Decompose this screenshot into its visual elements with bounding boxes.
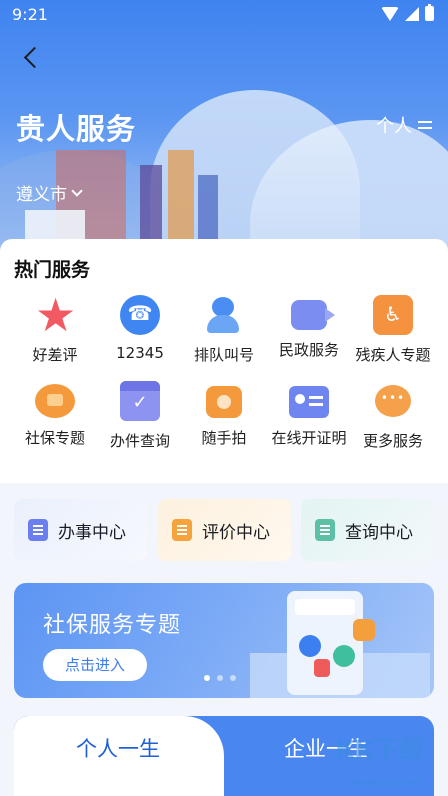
watermark-logo: KK下载 [335,736,424,766]
service-label: 12345 [116,344,164,362]
banner-bubble [299,635,321,657]
banner-title: 社保服务专题 [43,613,182,638]
status-bar: 9:21 [0,0,448,30]
service-label: 排队叫号 [193,346,254,364]
calendar-check-icon [120,381,160,421]
wifi-icon [381,6,399,21]
hero-header: 9:21 贵人服务 个人 遵义市 [0,0,448,262]
carousel-dots [204,675,236,681]
signal-icon [405,6,419,21]
service-12345[interactable]: 12345 [95,295,185,362]
page-title: 贵人服务 [16,112,137,146]
banner-bubble [353,619,375,641]
evaluation-center-card[interactable]: 评价中心 [158,499,291,561]
hero-building [168,150,194,245]
service-label: 社保专题 [24,429,85,447]
hero-building [140,165,162,245]
social-security-banner[interactable]: 社保服务专题 点击进入 [14,583,434,698]
certificate-icon [289,386,329,418]
office-center-card[interactable]: 办事中心 [14,499,147,561]
phone-icon [120,295,160,335]
carousel-dot[interactable] [217,675,223,681]
more-icon [373,381,413,421]
hero-building [198,175,218,245]
swap-icon [418,118,434,132]
carousel-dot[interactable] [230,675,236,681]
service-label: 好差评 [32,346,78,364]
banner-enter-button[interactable]: 点击进入 [43,649,147,681]
banner-bubble [314,659,330,677]
center-label: 办事中心 [58,522,126,543]
battery-icon [425,4,434,21]
carousel-dot[interactable] [204,675,210,681]
service-more[interactable]: 更多服务 [348,381,438,451]
evaluation-icon [172,519,192,541]
watermark-url: www.kkx.net [349,776,420,789]
status-time: 9:21 [12,5,48,24]
mode-switch-button[interactable]: 个人 [376,112,434,138]
service-label: 办件查询 [109,432,170,450]
chevron-down-icon [71,184,83,197]
back-button[interactable] [18,44,46,72]
service-label: 在线开证明 [271,429,347,447]
service-label: 随手拍 [201,429,247,447]
center-label: 评价中心 [202,522,270,543]
service-disability[interactable]: 残疾人专题 [348,295,438,365]
city-selector[interactable]: 遵义市 [16,180,83,205]
mode-label: 个人 [376,116,412,137]
service-snapshot[interactable]: 随手拍 [179,381,269,448]
status-icons [381,4,434,21]
city-label: 遵义市 [16,185,67,205]
service-queue[interactable]: 排队叫号 [179,295,269,365]
hot-services-title: 热门服务 [14,259,91,281]
query-icon [315,519,335,541]
hot-services-card: 热门服务 好差评 12345 排队叫号 民政服务 残疾人专题 社保专题 办件查询 [0,239,448,483]
watermark: KK下载 www.kkx.net [335,730,445,794]
video-icon [291,300,335,330]
service-label: 更多服务 [362,432,423,450]
tab-personal-life-label[interactable]: 个人一生 [76,733,160,763]
service-label: 残疾人专题 [355,346,431,364]
social-security-icon [35,384,75,418]
camera-icon [206,386,242,418]
star-icon [35,287,75,343]
service-label: 民政服务 [278,341,339,359]
wheelchair-icon [373,295,413,335]
service-civil-affairs[interactable]: 民政服务 [264,295,354,360]
service-good-bad-review[interactable]: 好差评 [10,287,100,365]
banner-bubble [333,645,355,667]
service-case-query[interactable]: 办件查询 [95,381,185,451]
center-label: 查询中心 [345,522,413,543]
query-center-card[interactable]: 查询中心 [301,499,434,561]
office-icon [28,519,48,541]
service-social-security[interactable]: 社保专题 [10,381,100,448]
queue-icon [204,295,244,335]
service-online-certificate[interactable]: 在线开证明 [264,381,354,448]
